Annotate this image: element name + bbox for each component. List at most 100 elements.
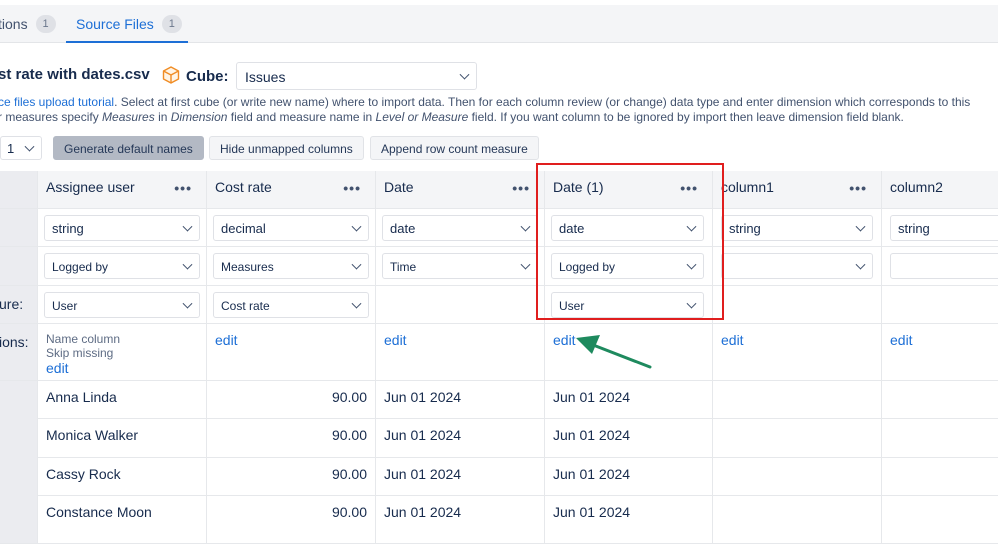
cell-date: Jun 01 2024 (384, 504, 462, 520)
level-cell: User (38, 286, 207, 324)
chevron-down-icon (182, 259, 193, 270)
table-row: 90.00 (207, 419, 376, 458)
tab-mappings[interactable]: tions 1 (0, 5, 56, 43)
type-select[interactable]: string (44, 215, 200, 241)
more-options-icon[interactable]: ••• (849, 180, 867, 196)
type-select[interactable]: decimal (213, 215, 369, 241)
table-row: Jun 01 2024 (376, 419, 545, 458)
tab-source-files[interactable]: Source Files 1 (76, 5, 182, 43)
option-name-column: Name column (46, 332, 121, 346)
dimension-select[interactable]: Time (382, 253, 538, 279)
cell-cost: 90.00 (331, 504, 367, 520)
append-row-count-measure-button[interactable]: Append row count measure (370, 136, 539, 160)
dimension-select[interactable] (721, 253, 873, 279)
table-row: Anna Linda (38, 381, 207, 419)
table-row: 90.00 (207, 458, 376, 496)
edit-link[interactable]: edit (721, 332, 744, 348)
level-select[interactable]: Cost rate (213, 292, 369, 318)
table-row: 90.00 (207, 496, 376, 544)
type-value: string (898, 221, 930, 236)
description-emphasis: Measures (102, 110, 155, 124)
table-row: Jun 01 2024 (545, 458, 713, 496)
table-row (882, 381, 998, 419)
type-value: string (52, 221, 84, 236)
row-label-type (0, 209, 38, 247)
table-row: Jun 01 2024 (376, 381, 545, 419)
options-cell: edit (376, 324, 545, 381)
chevron-down-icon (24, 141, 35, 152)
cube-select[interactable]: Issues (236, 62, 477, 90)
table-row: Jun 01 2024 (376, 496, 545, 544)
cube-select-value: Issues (245, 69, 286, 85)
dimension-select[interactable]: Logged by (44, 253, 200, 279)
table-row (882, 496, 998, 544)
type-cell: date (376, 209, 545, 247)
description-emphasis: Dimension (170, 110, 228, 124)
type-select[interactable]: date (382, 215, 538, 241)
cube-label: Cube: (186, 68, 229, 85)
hide-unmapped-columns-button[interactable]: Hide unmapped columns (209, 136, 364, 160)
more-options-icon[interactable]: ••• (512, 180, 530, 196)
level-value: Cost rate (221, 299, 270, 313)
edit-link[interactable]: edit (215, 332, 238, 348)
mapping-grid: ure: ions: Assignee user ••• string Logg… (0, 171, 998, 544)
level-row-label: ure: (0, 296, 24, 312)
type-cell: string (38, 209, 207, 247)
more-options-icon[interactable]: ••• (343, 180, 361, 196)
edit-link[interactable]: edit (890, 332, 913, 348)
dimension-select[interactable]: Measures (213, 253, 369, 279)
type-select[interactable]: string (890, 215, 998, 241)
table-row (713, 496, 882, 544)
chevron-down-icon (855, 259, 866, 270)
table-row: Jun 01 2024 (376, 458, 545, 496)
dimension-cell: Measures (207, 247, 376, 286)
level-cell (882, 286, 998, 324)
cell-date: Jun 01 2024 (384, 427, 462, 443)
description-line-1: ce files upload tutorial. Select at firs… (0, 95, 970, 109)
row-label-dimension (0, 247, 38, 286)
options-cell: Name column Skip missing edit (38, 324, 207, 381)
column-title: Assignee user (46, 179, 135, 195)
page-select[interactable]: 1 (0, 136, 42, 160)
dimension-value: Measures (221, 260, 274, 274)
row-label-options: ions: (0, 324, 38, 381)
edit-link[interactable]: edit (46, 360, 69, 376)
dimension-cell: Time (376, 247, 545, 286)
row-label-header (0, 171, 38, 209)
cell-assignee: Constance Moon (46, 504, 152, 520)
description-text: . Select at first cube (or write new nam… (114, 95, 971, 109)
type-select[interactable]: string (721, 215, 873, 241)
column-title: Cost rate (215, 179, 272, 195)
table-row: Monica Walker (38, 419, 207, 458)
generate-default-names-button[interactable]: Generate default names (53, 136, 204, 160)
column-header: Date ••• (376, 171, 545, 209)
more-options-icon[interactable]: ••• (174, 180, 192, 196)
cell-cost: 90.00 (331, 466, 367, 482)
row-label-data (0, 381, 38, 544)
table-row (882, 458, 998, 496)
cell-date: Jun 01 2024 (384, 466, 462, 482)
cell-date1: Jun 01 2024 (553, 427, 631, 443)
active-tab-underline (66, 41, 188, 43)
column-title: Date (384, 179, 414, 195)
chevron-down-icon (459, 69, 470, 80)
level-cell (713, 286, 882, 324)
dimension-select[interactable] (890, 253, 998, 279)
chevron-down-icon (182, 298, 193, 309)
description-emphasis: Level or Measure (375, 110, 469, 124)
column-title: column1 (721, 179, 774, 195)
description-text: r measures specify (0, 110, 103, 124)
row-label-level: ure: (0, 286, 38, 324)
chevron-down-icon (855, 221, 866, 232)
tab-label: Source Files (76, 16, 154, 32)
upload-tutorial-link[interactable]: ce files upload tutorial (0, 95, 114, 109)
column-title: column2 (890, 179, 943, 195)
level-select[interactable]: User (44, 292, 200, 318)
chevron-down-icon (351, 259, 362, 270)
edit-link[interactable]: edit (384, 332, 407, 348)
cell-assignee: Cassy Rock (46, 466, 121, 482)
level-cell: Cost rate (207, 286, 376, 324)
chevron-down-icon (351, 298, 362, 309)
table-row: Jun 01 2024 (545, 419, 713, 458)
table-row: Constance Moon (38, 496, 207, 544)
